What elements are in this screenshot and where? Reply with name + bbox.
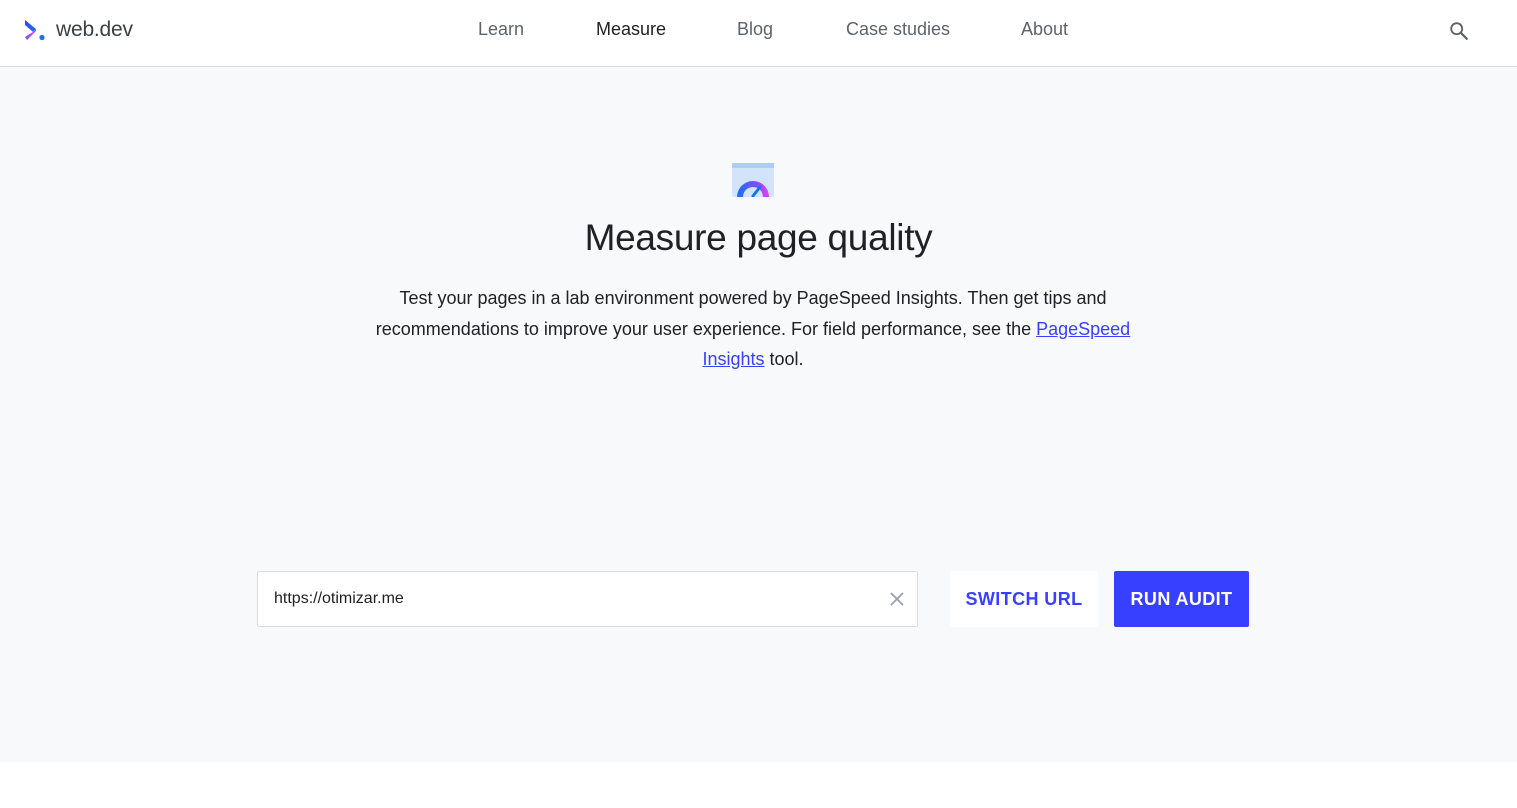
search-button[interactable] — [1446, 18, 1472, 44]
gauge-icon — [732, 163, 774, 197]
url-field — [257, 571, 918, 627]
nav-link-measure[interactable]: Measure — [596, 19, 666, 40]
nav-link-case-studies[interactable]: Case studies — [846, 19, 950, 40]
nav-link-blog[interactable]: Blog — [737, 19, 773, 40]
site-header: web.dev Learn Measure Blog Case studies … — [0, 0, 1517, 67]
description-text: Test your pages in a lab environment pow… — [375, 288, 1107, 339]
page-description: Test your pages in a lab environment pow… — [362, 283, 1144, 375]
clear-url-button[interactable] — [887, 589, 907, 609]
nav-link-about[interactable]: About — [1021, 19, 1068, 40]
description-text-end: tool. — [764, 349, 804, 369]
nav-link-learn[interactable]: Learn — [478, 19, 524, 40]
run-audit-button[interactable]: RUN AUDIT — [1114, 571, 1249, 627]
measure-main: Measure page quality Test your pages in … — [0, 67, 1517, 762]
url-input[interactable] — [274, 572, 874, 626]
switch-url-button[interactable]: SWITCH URL — [950, 571, 1098, 627]
brand-link[interactable]: web.dev — [22, 16, 133, 44]
brand-name: web.dev — [56, 18, 133, 41]
search-icon — [1450, 22, 1468, 40]
page-title: Measure page quality — [584, 217, 933, 258]
close-icon — [890, 592, 904, 606]
web-dev-logo-icon — [25, 20, 45, 41]
